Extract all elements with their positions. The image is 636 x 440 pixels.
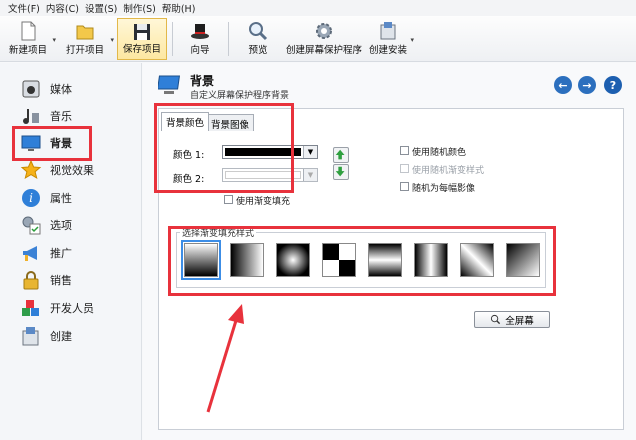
save-project-label: 保存项目 — [122, 44, 161, 55]
monitor-icon — [158, 75, 181, 94]
sidebar-item-developers[interactable]: 开发人员 — [20, 296, 94, 320]
menu-help[interactable]: 帮助(H) — [162, 1, 196, 15]
create-screensaver-label: 创建屏幕保护程序 — [285, 45, 362, 56]
sidebar-item-label: 选项 — [50, 219, 72, 232]
sidebar-item-label: 媒体 — [50, 83, 72, 96]
new-file-icon — [21, 21, 36, 41]
sidebar-item-label: 销售 — [50, 274, 72, 287]
highlight-box-gradient-styles — [168, 226, 556, 296]
installer-icon — [22, 327, 39, 346]
sidebar-item-options[interactable]: 选项 — [20, 213, 72, 237]
toolbar-separator — [228, 22, 229, 56]
question-icon: ? — [609, 78, 617, 92]
gradient-fill-label: 使用渐变填充 — [236, 197, 291, 207]
highlight-box-sidebar — [12, 126, 92, 161]
lock-icon — [23, 271, 39, 290]
preview-label: 预览 — [248, 45, 268, 56]
arrow-down-icon — [335, 166, 345, 177]
random-per-image-label: 随机为每幅影像 — [412, 184, 476, 194]
save-project-button[interactable]: 保存项目 — [117, 18, 167, 60]
sidebar-item-media[interactable]: 媒体 — [20, 77, 72, 101]
toolbar: 新建项目 ▾ 打开项目 ▾ 保存项目 向导 预览 创建屏幕保护程序 创建安装 ▾ — [0, 16, 636, 62]
sidebar-item-promotion[interactable]: 推广 — [20, 241, 72, 265]
folder-icon — [76, 25, 94, 40]
create-screensaver-button[interactable]: 创建屏幕保护程序 — [284, 18, 364, 60]
menu-file[interactable]: 文件(F) — [8, 1, 40, 15]
new-project-label: 新建项目 — [8, 45, 47, 56]
color-up-button[interactable] — [333, 147, 349, 163]
gradient-fill-checkbox[interactable] — [224, 195, 233, 204]
gear-icon — [316, 23, 332, 39]
sidebar-item-label: 音乐 — [50, 110, 72, 123]
svg-text:i: i — [29, 191, 33, 205]
page-title: 背景 — [190, 74, 215, 88]
info-icon: i — [22, 189, 40, 207]
sidebar-item-label: 开发人员 — [50, 302, 94, 315]
star-icon — [20, 159, 42, 180]
arrow-left-icon: ← — [558, 78, 568, 92]
magic-hat-icon — [191, 24, 209, 39]
preview-button[interactable]: 预览 — [240, 18, 276, 60]
floppy-icon — [134, 24, 150, 40]
back-button[interactable]: ← — [554, 76, 572, 94]
random-per-image-checkbox[interactable] — [400, 182, 409, 191]
sidebar-item-label: 创建 — [50, 330, 72, 343]
dropdown-arrow-icon[interactable]: ▾ — [110, 36, 114, 44]
random-color-checkbox[interactable] — [400, 146, 409, 155]
options-icon — [22, 216, 41, 235]
menu-bar: 文件(F) 内容(C) 设置(S) 制作(S) 帮助(H) — [0, 0, 636, 16]
chevron-down-icon: ▼ — [303, 169, 317, 181]
wizard-button[interactable]: 向导 — [180, 18, 220, 60]
magnifier-icon — [491, 314, 501, 325]
sidebar-item-properties[interactable]: i 属性 — [20, 186, 72, 210]
random-color-label: 使用随机颜色 — [412, 148, 467, 158]
new-project-button[interactable]: 新建项目 ▾ — [4, 18, 56, 60]
tab-background-color[interactable]: 背景颜色 — [161, 112, 210, 131]
annotation-arrow-icon — [206, 304, 244, 413]
sidebar-item-music[interactable]: 音乐 — [20, 104, 72, 128]
help-button[interactable]: ? — [604, 76, 622, 94]
menu-settings[interactable]: 设置(S) — [85, 1, 117, 15]
menu-content[interactable]: 内容(C) — [46, 1, 79, 15]
speaker-icon — [22, 80, 40, 98]
sidebar-item-sales[interactable]: 销售 — [20, 268, 72, 292]
open-project-button[interactable]: 打开项目 ▾ — [60, 18, 114, 60]
sidebar-item-create[interactable]: 创建 — [20, 324, 72, 348]
sidebar-item-label: 推广 — [50, 247, 72, 260]
menu-build[interactable]: 制作(S) — [123, 1, 155, 15]
random-gradient-checkbox[interactable] — [400, 164, 409, 173]
arrow-up-icon — [335, 149, 345, 160]
wizard-label: 向导 — [190, 45, 210, 56]
fullscreen-button-label: 全屏幕 — [505, 315, 534, 327]
toolbar-separator — [172, 22, 173, 56]
page-subtitle: 自定义屏幕保护程序背景 — [190, 91, 290, 101]
magnifier-icon — [249, 22, 268, 41]
music-icon — [23, 109, 39, 124]
forward-button[interactable]: → — [578, 76, 596, 94]
dropdown-arrow-icon[interactable]: ▾ — [52, 36, 56, 44]
fullscreen-button[interactable]: 全屏幕 — [474, 311, 550, 328]
color-down-button[interactable] — [333, 164, 349, 180]
sidebar-item-label: 属性 — [50, 192, 72, 205]
sidebar-item-visual-effects[interactable]: 视觉效果 — [20, 158, 94, 182]
arrow-right-icon: → — [582, 78, 592, 92]
create-setup-label: 创建安装 — [368, 45, 407, 56]
random-gradient-label: 使用随机渐变样式 — [412, 166, 485, 176]
blocks-icon — [22, 300, 39, 316]
megaphone-icon — [23, 246, 37, 261]
chevron-down-icon: ▼ — [303, 146, 317, 158]
installer-icon — [380, 22, 396, 40]
create-setup-button[interactable]: 创建安装 ▾ — [366, 18, 414, 60]
sidebar-item-label: 视觉效果 — [50, 164, 94, 177]
dropdown-arrow-icon[interactable]: ▾ — [410, 36, 414, 44]
open-project-label: 打开项目 — [65, 45, 104, 56]
